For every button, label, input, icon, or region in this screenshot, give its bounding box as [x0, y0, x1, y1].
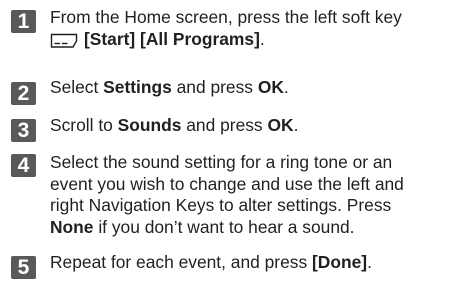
text-run: . [259, 28, 265, 49]
text-run: . [283, 77, 289, 97]
step-text-line: [Start] [All Programs]. [50, 29, 443, 55]
step-text-line: From the Home screen, press the left sof… [50, 7, 443, 29]
text-run: and press [171, 77, 258, 97]
step-number-badge: 3 [11, 119, 36, 142]
step-text: Scroll to Sounds and press OK. [50, 115, 443, 137]
bold-term: [Start] [All Programs] [84, 28, 260, 49]
text-run: Scroll to [50, 115, 118, 135]
step-text: Select Settings and press OK. [50, 77, 443, 99]
text-run: and press [181, 115, 268, 135]
bold-term: Sounds [117, 115, 182, 135]
step-text: From the Home screen, press the left sof… [50, 7, 443, 54]
text-run: . [293, 115, 299, 135]
step-number-badge: 1 [11, 10, 36, 33]
bold-term: [Done] [312, 252, 368, 272]
text-run: event you wish to change and use the lef… [50, 173, 404, 194]
step-text-line: Repeat for each event, and press [Done]. [50, 252, 443, 274]
softkey-icon [50, 32, 78, 55]
step-text-line: event you wish to change and use the lef… [50, 174, 443, 196]
step-text-line: right Navigation Keys to alter settings.… [50, 195, 443, 217]
text-run: Select [50, 77, 104, 97]
text-run: Repeat for each event, and press [50, 252, 312, 272]
step-text-line: Select Settings and press OK. [50, 77, 443, 99]
bold-term: Settings [103, 77, 172, 97]
step-text-line: Scroll to Sounds and press OK. [50, 115, 443, 137]
step-text: Repeat for each event, and press [Done]. [50, 252, 443, 274]
bold-term: OK [257, 77, 284, 97]
text-run: . [367, 252, 372, 272]
step-text: Select the sound setting for a ring tone… [50, 152, 443, 238]
step-number-badge: 5 [11, 256, 36, 279]
step-number-badge: 4 [11, 154, 36, 177]
bold-term: None [50, 216, 94, 237]
step-text-line: None if you don’t want to hear a sound. [50, 217, 443, 239]
text-run: right Navigation Keys to alter settings.… [50, 195, 392, 215]
text-run: if you don’t want to hear a sound. [93, 216, 355, 237]
text-run: Select the sound setting for a ring tone… [50, 152, 393, 172]
step-text-line: Select the sound setting for a ring tone… [50, 152, 443, 174]
text-run: From the Home screen, press the left sof… [50, 7, 402, 27]
bold-term: OK [267, 115, 294, 135]
step-number-badge: 2 [11, 82, 36, 105]
